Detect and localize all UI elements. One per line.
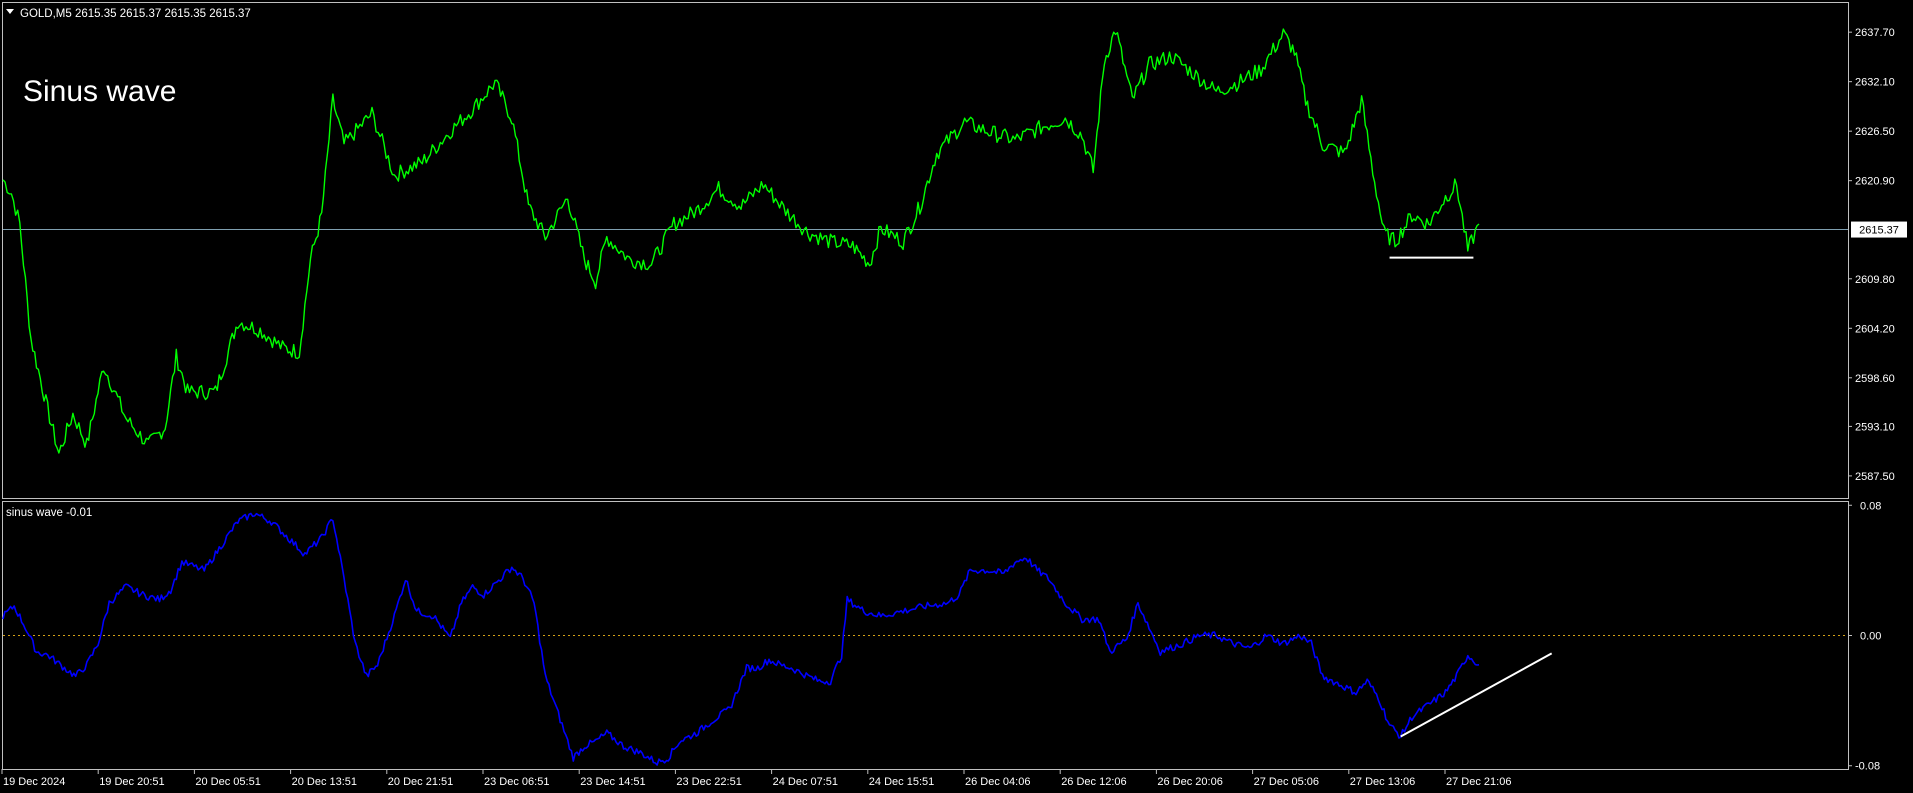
time-tick-label: 26 Dec 04:06 [965,776,1030,788]
symbol-info: GOLD,M5 2615.35 2615.37 2615.35 2615.37 [20,8,251,20]
time-tick-label: 26 Dec 20:06 [1157,776,1222,788]
time-tick-label: 23 Dec 06:51 [484,776,549,788]
price-tick-label: 2620.90 [1855,176,1895,188]
time-tick-label: 27 Dec 05:06 [1254,776,1319,788]
chart-background [0,0,1913,793]
time-tick-label: 19 Dec 20:51 [99,776,164,788]
sinus-wave-label[interactable]: Sinus wave [23,75,176,108]
price-tick-label: 2598.60 [1855,373,1895,385]
price-tick-label: 2587.50 [1855,471,1895,483]
time-tick-label: 27 Dec 21:06 [1446,776,1511,788]
time-tick-label: 19 Dec 2024 [3,776,65,788]
time-tick-label: 24 Dec 15:51 [869,776,934,788]
indicator-tick-label: -0.08 [1855,761,1880,773]
price-tick-label: 2637.70 [1855,27,1895,39]
symbol-header[interactable]: GOLD,M5 2615.35 2615.37 2615.35 2615.37 [6,8,251,20]
time-tick-label: 23 Dec 22:51 [676,776,741,788]
price-tick-label: 2604.20 [1855,323,1895,335]
time-tick-label: 23 Dec 14:51 [580,776,645,788]
price-tick-label: 2626.50 [1855,126,1895,138]
trading-chart[interactable]: 2637.70 2632.10 2626.50 2620.90 2609.80 2604.… [0,0,1913,793]
indicator-tick-label: 0.00 [1860,631,1881,643]
time-tick-label: 26 Dec 12:06 [1061,776,1126,788]
time-tick-label: 27 Dec 13:06 [1350,776,1415,788]
indicator-title: sinus wave -0.01 [6,507,92,519]
price-tick-label: 2632.10 [1855,77,1895,89]
price-tick-label: 2609.80 [1855,274,1895,286]
time-tick-label: 20 Dec 05:51 [195,776,260,788]
time-tick-label: 20 Dec 13:51 [292,776,357,788]
current-price-label: 2615.37 [1859,225,1899,237]
time-tick-label: 24 Dec 07:51 [773,776,838,788]
price-tick-label: 2593.10 [1855,421,1895,433]
indicator-tick-label: 0.08 [1860,500,1881,512]
current-price-tag: 2615.37 [1851,221,1907,238]
time-tick-label: 20 Dec 21:51 [388,776,453,788]
